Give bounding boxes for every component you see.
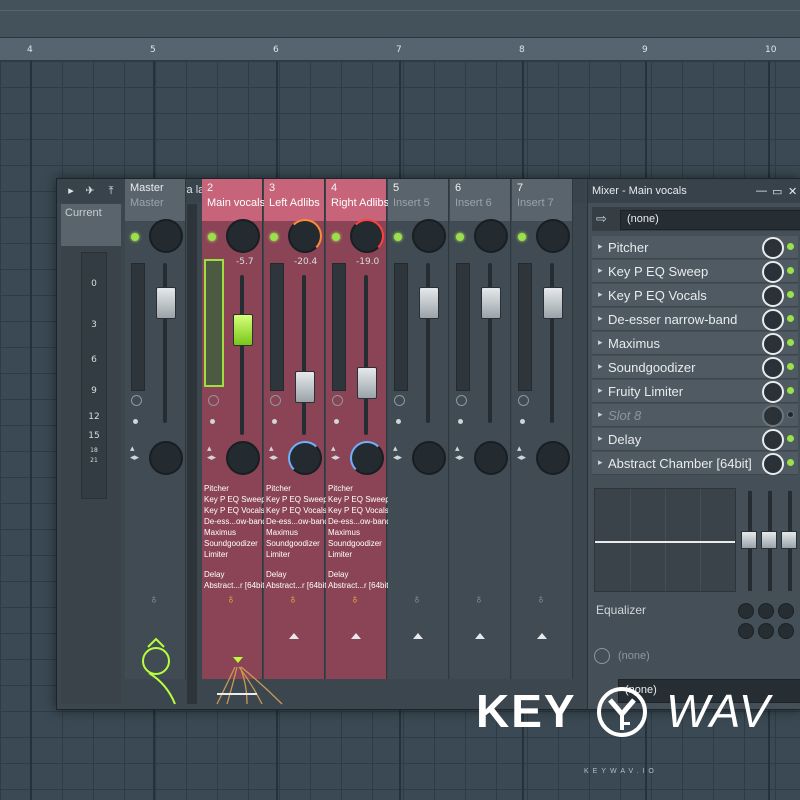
mix-knob[interactable] xyxy=(762,357,784,379)
output-selector[interactable]: (none) xyxy=(592,645,800,669)
fx-slot-5[interactable]: ▸ Maximus xyxy=(592,332,798,355)
ruler-mark: 4 xyxy=(27,45,33,55)
ruler-mark: 5 xyxy=(150,45,156,55)
slot-label: Abstract Chamber [64bit] xyxy=(608,456,752,471)
fx-slot-8[interactable]: ▸ Slot 8 xyxy=(592,404,798,427)
logo-key-text: KEY xyxy=(476,685,577,737)
minimize-icon[interactable]: — xyxy=(756,185,767,197)
fx-slot-9[interactable]: ▸ Delay xyxy=(592,428,798,451)
slot-label: Key P EQ Sweep xyxy=(608,264,709,279)
mix-knob[interactable] xyxy=(762,453,784,475)
slot-led[interactable] xyxy=(787,435,794,442)
mix-knob[interactable] xyxy=(762,429,784,451)
fx-slot-3[interactable]: ▸ Key P EQ Vocals xyxy=(592,284,798,307)
panel-titlebar[interactable]: Mixer - Main vocals — ▭ ✕ xyxy=(588,179,800,203)
logo-tagline: KEYWAV.IO xyxy=(584,768,658,775)
slot-label: De-esser narrow-band xyxy=(608,312,738,327)
keywav-logo: KEY WAV xyxy=(476,684,786,754)
fx-slot-6[interactable]: ▸ Soundgoodizer xyxy=(592,356,798,379)
equalizer-graph[interactable] xyxy=(594,488,736,592)
routing-wires xyxy=(142,637,283,705)
ruler-mark: 8 xyxy=(519,45,525,55)
mixer-window: ▸ ✈ ⤒ ⋈ Extra large ▸ Current 0 3 6 9 12… xyxy=(56,178,800,710)
slot-led[interactable] xyxy=(787,411,794,418)
mix-knob[interactable] xyxy=(762,237,784,259)
eq-band-mid[interactable] xyxy=(761,531,777,549)
slot-label: Pitcher xyxy=(608,240,649,255)
equalizer-label: Equalizer xyxy=(596,603,647,617)
slot-label: Slot 8 xyxy=(608,408,642,423)
mix-knob[interactable] xyxy=(762,333,784,355)
mix-knob[interactable] xyxy=(762,261,784,283)
input-dropdown[interactable]: (none) xyxy=(620,210,800,230)
slot-led[interactable] xyxy=(787,315,794,322)
slot-led[interactable] xyxy=(787,459,794,466)
fx-slot-7[interactable]: ▸ Fruity Limiter xyxy=(592,380,798,403)
maximize-icon[interactable]: ▭ xyxy=(772,185,782,198)
close-icon[interactable]: ✕ xyxy=(788,185,797,198)
mix-knob[interactable] xyxy=(762,405,784,427)
eq-knob[interactable] xyxy=(738,603,754,619)
mix-knob[interactable] xyxy=(762,309,784,331)
slot-label: Maximus xyxy=(608,336,661,351)
slot-led[interactable] xyxy=(787,363,794,370)
fx-slot-4[interactable]: ▸ De-esser narrow-band xyxy=(592,308,798,331)
timeline-ruler[interactable]: 4 5 6 7 8 9 10 xyxy=(0,38,800,61)
slot-label: Soundgoodizer xyxy=(608,360,696,375)
eq-knob[interactable] xyxy=(738,623,754,639)
mix-knob[interactable] xyxy=(762,285,784,307)
clock-icon xyxy=(594,648,610,664)
ruler-mark: 7 xyxy=(396,45,402,55)
slot-led[interactable] xyxy=(787,339,794,346)
eq-band-low[interactable] xyxy=(741,531,757,549)
ruler-mark: 9 xyxy=(642,45,648,55)
ruler-mark: 6 xyxy=(273,45,279,55)
input-icon: ⇨ xyxy=(596,211,607,226)
eq-band-high[interactable] xyxy=(781,531,797,549)
slot-label: Delay xyxy=(608,432,642,447)
eq-knob[interactable] xyxy=(758,623,774,639)
eq-knob[interactable] xyxy=(778,623,794,639)
fx-slot-10[interactable]: ▸ Abstract Chamber [64bit] xyxy=(592,452,798,475)
eq-knob[interactable] xyxy=(758,603,774,619)
logo-seal-icon xyxy=(597,687,647,737)
insert-panel: Mixer - Main vocals — ▭ ✕ ⇨ (none) ▸ Pitc… xyxy=(587,179,800,709)
mix-knob[interactable] xyxy=(762,381,784,403)
slot-led[interactable] xyxy=(787,243,794,250)
slot-led[interactable] xyxy=(787,267,794,274)
fx-slot-2[interactable]: ▸ Key P EQ Sweep xyxy=(592,260,798,283)
input-value: (none) xyxy=(627,213,659,225)
eq-knob[interactable] xyxy=(778,603,794,619)
ruler-mark: 10 xyxy=(765,45,777,55)
logo-wav-text: WAV xyxy=(666,685,771,737)
input-selector[interactable]: ⇨ (none) xyxy=(592,207,800,231)
slot-led[interactable] xyxy=(787,291,794,298)
fx-slot-1[interactable]: ▸ Pitcher xyxy=(592,236,798,259)
top-toolbar xyxy=(0,0,800,38)
slot-label: Key P EQ Vocals xyxy=(608,288,707,303)
slot-led[interactable] xyxy=(787,387,794,394)
slot-label: Fruity Limiter xyxy=(608,384,684,399)
panel-title: Mixer - Main vocals xyxy=(592,185,687,197)
output-value: (none) xyxy=(618,650,650,662)
